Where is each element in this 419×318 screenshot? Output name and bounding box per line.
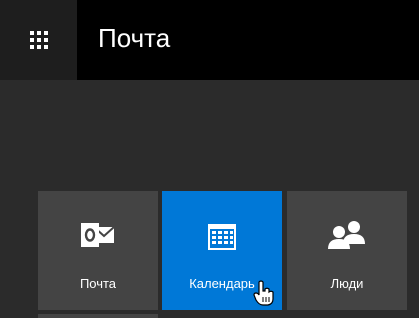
hand-cursor-icon: [253, 280, 275, 311]
outlook-mail-icon: [38, 219, 158, 255]
top-bar: Почта: [0, 0, 419, 80]
tile-label: Люди: [330, 276, 364, 291]
calendar-icon: [162, 219, 282, 255]
tile-people[interactable]: Люди: [287, 191, 407, 310]
app-launcher-button[interactable]: [0, 0, 77, 80]
tile-mail[interactable]: Почта: [38, 191, 158, 310]
next-tile-row-partial: [38, 314, 158, 318]
app-launcher-waffle-icon: [29, 31, 48, 49]
app-title: Почта: [98, 23, 171, 53]
tile-label: Почта: [79, 276, 117, 291]
people-icon: [287, 219, 407, 255]
